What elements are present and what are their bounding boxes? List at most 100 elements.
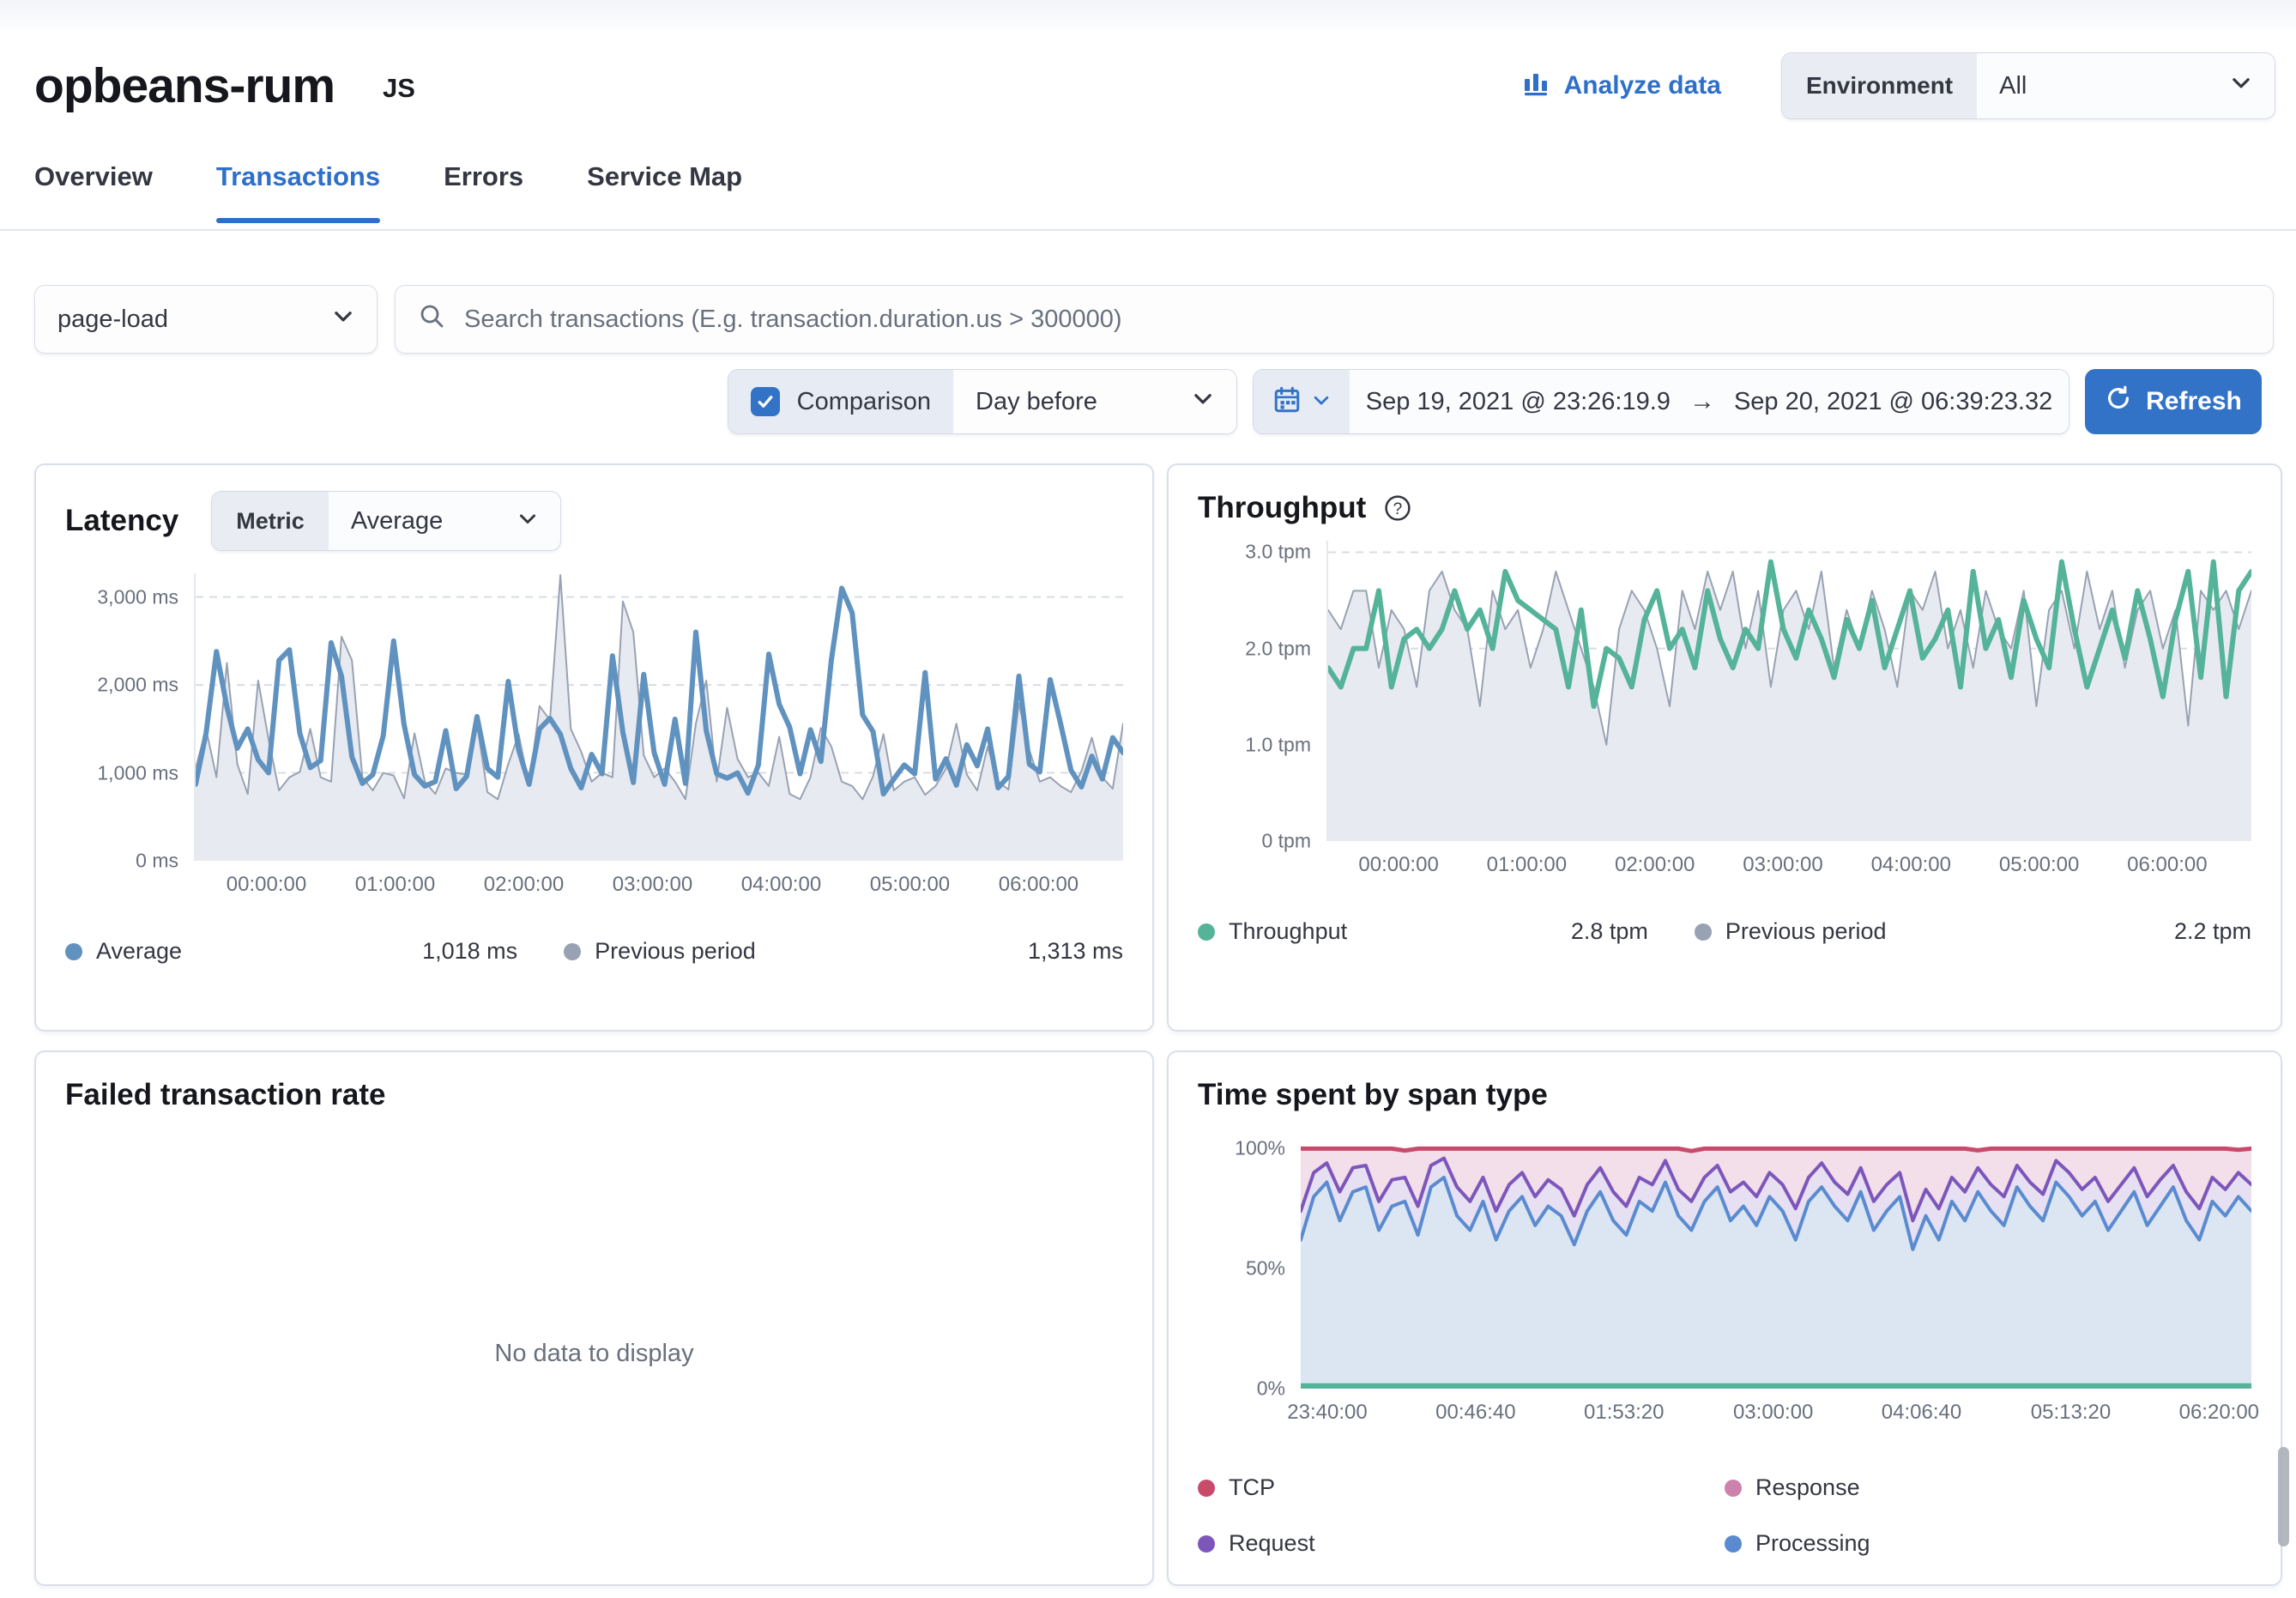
top-chrome-strip <box>0 0 2296 29</box>
legend-item-request[interactable]: Request <box>1198 1530 1725 1557</box>
tab-errors[interactable]: Errors <box>444 161 523 223</box>
comparison-label: Comparison <box>797 388 931 416</box>
calendar-icon <box>1272 385 1302 419</box>
span-legend: TCP Response Request Processing <box>1198 1474 2251 1557</box>
arrow-right-icon: → <box>1689 387 1715 416</box>
service-header: opbeans-rum JS Analyze data Environment … <box>34 45 2275 127</box>
quick-select-button[interactable] <box>1254 370 1350 433</box>
comparison-period-value: Day before <box>976 388 1097 416</box>
legend-label: TCP <box>1229 1474 1275 1501</box>
throughput-y-axis: 3.0 tpm2.0 tpm1.0 tpm0 tpm <box>1198 541 1326 841</box>
throughput-chart-plot[interactable] <box>1326 541 2251 841</box>
bar-chart-icon <box>1523 69 1550 103</box>
tabs-divider <box>0 229 2296 231</box>
transaction-type-select[interactable]: page-load <box>34 285 378 354</box>
x-tick-label: 05:13:20 <box>2031 1401 2111 1425</box>
series-dot <box>564 943 581 960</box>
legend-label: Previous period <box>1725 918 1887 945</box>
series-dot <box>65 943 82 960</box>
help-icon[interactable]: ? <box>1383 493 1412 523</box>
y-tick-label: 0 ms <box>136 850 178 873</box>
throughput-panel: Throughput ? 3.0 tpm2.0 tpm1.0 tpm0 tpm … <box>1167 463 2282 1032</box>
page-scrollbar-thumb[interactable] <box>2278 1447 2289 1547</box>
tab-service-map[interactable]: Service Map <box>587 161 742 223</box>
x-tick-label: 04:00:00 <box>1871 853 1951 877</box>
x-tick-label: 01:53:20 <box>1584 1401 1664 1425</box>
span-chart-svg <box>1301 1141 2251 1389</box>
x-tick-label: 04:06:40 <box>1882 1401 1961 1425</box>
comparison-control: Comparison Day before <box>728 369 1237 434</box>
agent-badge: JS <box>383 73 415 104</box>
refresh-button[interactable]: Refresh <box>2085 369 2262 434</box>
metric-label: Metric <box>212 492 329 550</box>
x-tick-label: 05:00:00 <box>870 873 950 897</box>
analyze-data-label: Analyze data <box>1564 71 1721 100</box>
series-dot <box>1725 1480 1742 1497</box>
tab-overview[interactable]: Overview <box>34 161 153 223</box>
latency-title: Latency <box>65 504 178 538</box>
date-end[interactable]: Sep 20, 2021 @ 06:39:23.32 <box>1734 388 2052 416</box>
x-tick-label: 00:46:40 <box>1435 1401 1515 1425</box>
search-placeholder: Search transactions (E.g. transaction.du… <box>464 306 1122 334</box>
x-tick-label: 03:00:00 <box>1733 1401 1813 1425</box>
legend-item-response[interactable]: Response <box>1725 1474 2251 1501</box>
x-tick-label: 01:00:00 <box>355 873 435 897</box>
date-start[interactable]: Sep 19, 2021 @ 23:26:19.9 <box>1366 388 1671 416</box>
chevron-down-icon <box>332 305 354 334</box>
legend-value: 2.2 tpm <box>2174 918 2251 945</box>
legend-item-tcp[interactable]: TCP <box>1198 1474 1725 1501</box>
legend-item-average[interactable]: Average 1,018 ms <box>65 938 552 965</box>
service-tabs: Overview Transactions Errors Service Map <box>34 161 742 223</box>
search-transactions-input[interactable]: Search transactions (E.g. transaction.du… <box>395 285 2274 354</box>
x-tick-label: 06:00:00 <box>2127 853 2207 877</box>
span-x-axis: 23:40:00 00:46:40 01:53:20 03:00:00 04:06:40… <box>1198 1401 2251 1440</box>
page-title: opbeans-rum <box>34 58 335 114</box>
legend-value: 2.8 tpm <box>1571 918 1648 945</box>
legend-item-throughput[interactable]: Throughput 2.8 tpm <box>1198 918 1683 945</box>
span-chart-plot[interactable] <box>1301 1141 2251 1389</box>
x-tick-label: 06:00:00 <box>999 873 1079 897</box>
transaction-type-value: page-load <box>57 306 168 334</box>
latency-chart-svg <box>196 573 1123 861</box>
x-tick-label: 06:20:00 <box>2179 1401 2259 1425</box>
latency-panel: Latency Metric Average 3,000 ms 2,000 ms 1… <box>34 463 1154 1032</box>
x-tick-label: 03:00:00 <box>1743 853 1822 877</box>
chevron-down-icon <box>517 507 538 536</box>
date-range-picker: Sep 19, 2021 @ 23:26:19.9 → Sep 20, 2021… <box>1253 369 2069 434</box>
environment-select[interactable]: Environment All <box>1781 52 2275 119</box>
failed-rate-title: Failed transaction rate <box>65 1078 1123 1112</box>
comparison-period-select[interactable]: Day before <box>953 370 1236 433</box>
y-tick-label: 2,000 ms <box>97 674 178 697</box>
analyze-data-link[interactable]: Analyze data <box>1523 69 1721 103</box>
span-y-axis: 100%50%0% <box>1198 1141 1301 1389</box>
latency-legend: Average 1,018 ms Previous period 1,313 m… <box>65 938 1123 965</box>
throughput-title: Throughput <box>1198 491 1366 525</box>
throughput-x-axis: 00:00:0001:00:0002:00:0003:00:0004:00:00… <box>1198 853 2251 893</box>
series-tcp <box>1301 1148 2251 1151</box>
legend-item-previous-period[interactable]: Previous period 2.2 tpm <box>1683 918 2251 945</box>
legend-item-previous-period[interactable]: Previous period 1,313 ms <box>552 938 1123 965</box>
series-dot <box>1198 923 1215 941</box>
refresh-label: Refresh <box>2146 387 2242 416</box>
latency-metric-select[interactable]: Metric Average <box>211 491 561 551</box>
x-tick-label: 04:00:00 <box>741 873 821 897</box>
series-dot <box>1198 1535 1215 1553</box>
x-tick-label: 03:00:00 <box>613 873 692 897</box>
legend-label: Processing <box>1755 1530 1870 1557</box>
refresh-icon <box>2105 384 2132 419</box>
y-tick-label: 3,000 ms <box>97 585 178 608</box>
latency-chart-plot[interactable] <box>194 573 1123 861</box>
y-tick-label: 1,000 ms <box>97 761 178 784</box>
legend-label: Request <box>1229 1530 1315 1557</box>
metric-value: Average <box>351 507 444 536</box>
series-dot <box>1695 923 1712 941</box>
tab-transactions[interactable]: Transactions <box>216 161 380 223</box>
x-tick-label: 23:40:00 <box>1287 1401 1367 1425</box>
series-dot <box>1725 1535 1742 1553</box>
legend-item-processing[interactable]: Processing <box>1725 1530 2251 1557</box>
x-tick-label: 01:00:00 <box>1487 853 1567 877</box>
comparison-checkbox[interactable] <box>751 387 780 416</box>
y-tick-label: 0 tpm <box>1261 830 1311 853</box>
span-type-title: Time spent by span type <box>1198 1078 2251 1112</box>
svg-text:?: ? <box>1393 500 1403 518</box>
